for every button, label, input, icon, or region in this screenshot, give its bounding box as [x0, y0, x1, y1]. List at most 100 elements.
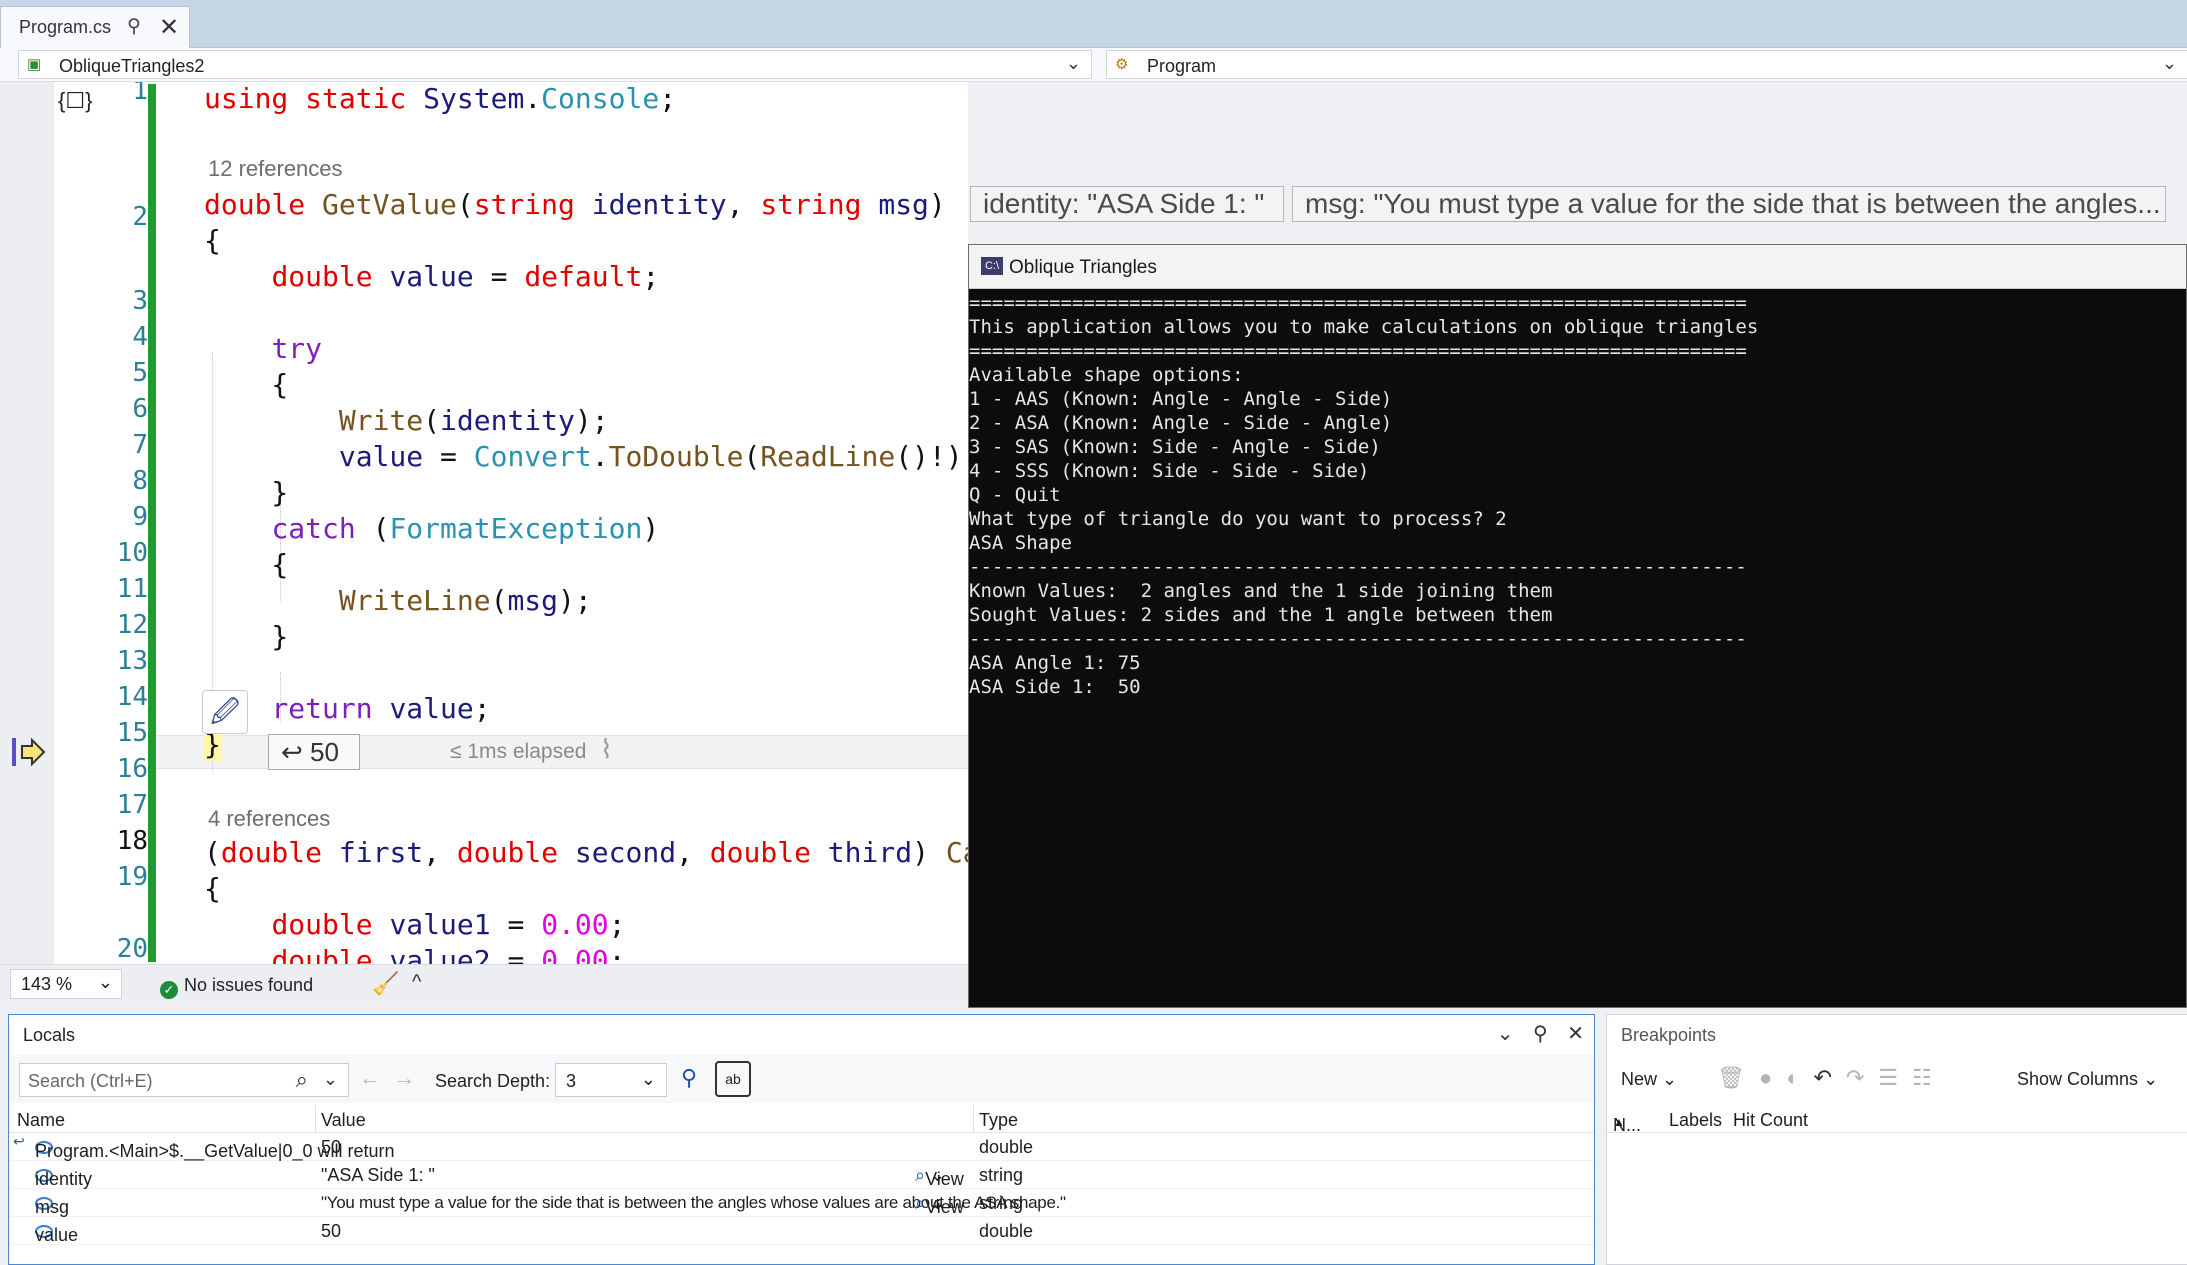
column-type[interactable]: Type — [979, 1110, 1018, 1131]
view-label: View — [925, 1169, 964, 1189]
delete-icon[interactable]: 🗑 — [1717, 1065, 1759, 1090]
column-divider[interactable] — [973, 1105, 974, 1133]
execution-pointer-icon[interactable] — [12, 735, 52, 769]
console-line: 1 - AAS (Known: Angle - Angle - Side) — [969, 388, 1393, 410]
undo-icon[interactable]: ↶ — [1814, 1065, 1846, 1090]
locals-row[interactable]: identity "ASA Side 1: " ⌕ View ⌄ string — [9, 1161, 1594, 1189]
code-line-11: } — [204, 476, 289, 509]
show-columns-label: Show Columns — [2017, 1069, 2139, 1089]
sort-up-icon: ▲ — [1613, 1115, 1625, 1129]
show-columns-button[interactable]: Show Columns ⌄ — [2017, 1069, 2158, 1090]
search-icon[interactable]: ⌕ — [296, 1067, 308, 1093]
search-nav-arrows[interactable]: ← → — [359, 1065, 415, 1091]
codelens-references[interactable]: 12 references — [208, 156, 343, 182]
disable-all-icon[interactable]: ◐ — [1786, 1065, 1813, 1090]
delete-all-icon[interactable]: ● — [1759, 1065, 1786, 1090]
local-name-text: value — [35, 1225, 79, 1245]
code-line-15: } — [204, 620, 289, 653]
zoom-dropdown[interactable]: 143 % ⌄ — [10, 969, 122, 999]
magnifier-icon: ⌕ — [915, 1193, 926, 1213]
pin-icon[interactable]: ⚲ — [1533, 1023, 1548, 1045]
code-line-12: catch (FormatException) — [271, 512, 660, 545]
locals-window[interactable]: Locals ⌄ ⚲ ✕ Search (Ctrl+E) ⌕ ⌄ ← → Sea… — [8, 1014, 1595, 1265]
breakpoints-grid-header: N... ▲ Labels Hit Count — [1607, 1105, 2187, 1135]
issues-label: No issues found — [184, 975, 314, 995]
export-icon[interactable]: ☰ — [1878, 1065, 1912, 1090]
perftip-elapsed[interactable]: ≤ 1ms elapsed — [450, 740, 586, 764]
console-line: ASA Angle 1: 75 — [969, 652, 1141, 674]
chevron-down-icon[interactable]: ⌄ — [1497, 1023, 1514, 1045]
local-value[interactable]: "ASA Side 1: " — [321, 1165, 435, 1186]
local-name-text: identity — [35, 1169, 93, 1189]
search-depth-label: Search Depth: — [435, 1071, 551, 1091]
text-visualizer-button[interactable]: ⌕ View ⌄ — [915, 1193, 964, 1217]
locals-row[interactable]: value 50 double — [9, 1217, 1594, 1245]
indicator-margin[interactable] — [0, 82, 54, 964]
text-visualizer-button[interactable]: ⌕ View ⌄ — [915, 1165, 964, 1189]
redo-icon[interactable]: ↷ — [1846, 1065, 1878, 1090]
line-number: 5 — [132, 358, 148, 388]
code-line-7: try — [271, 332, 323, 365]
console-line: ASA Side 1: 50 — [969, 676, 1141, 698]
arrow-left-icon[interactable]: ← — [359, 1065, 381, 1090]
breakpoints-toolbar: New ⌄ 🗑●◐↶↷☰☷ Show Columns ⌄ — [1607, 1055, 2187, 1103]
issues-indicator[interactable]: ✓ No issues found — [160, 975, 313, 999]
code-line-20: (double first, double second, double thi… — [204, 836, 968, 869]
chevron-down-icon: ⌄ — [1065, 53, 1081, 73]
local-type: double — [979, 1221, 1034, 1241]
project-dropdown[interactable]: ▣ ObliqueTriangles2 ⌄ — [18, 50, 1092, 79]
check-icon: ✓ — [160, 981, 178, 999]
column-value[interactable]: Value — [321, 1110, 366, 1131]
code-line-22: double value1 = 0.00; — [271, 908, 626, 941]
local-type: string — [979, 1165, 1024, 1185]
column-divider[interactable] — [315, 1105, 316, 1133]
codelens-references[interactable]: 4 references — [208, 806, 330, 832]
local-value[interactable]: 50 — [321, 1221, 341, 1242]
console-window[interactable]: C:\ Oblique Triangles ==================… — [968, 244, 2187, 1008]
console-line: Q - Quit — [969, 484, 1061, 506]
pin-icon[interactable]: ⚲ — [127, 15, 141, 38]
console-line: ========================================… — [969, 340, 1747, 362]
console-line: Available shape options: — [969, 364, 1244, 386]
code-editor[interactable]: {☐} 1 2 3 4 5 6 7 8 9 10 11 12 13 14 15 … — [0, 82, 968, 964]
close-icon[interactable]: ✕ — [1567, 1023, 1584, 1045]
locals-row[interactable]: ↩ Program.<Main>$.__GetValue|0_0 will re… — [9, 1133, 1594, 1161]
close-icon[interactable]: ✕ — [159, 13, 179, 42]
locals-row[interactable]: msg "You must type a value for the side … — [9, 1189, 1594, 1217]
datatip-identity[interactable]: identity: "ASA Side 1: " — [970, 186, 1284, 222]
arrow-right-icon[interactable]: → — [393, 1065, 415, 1090]
quick-action-icon[interactable]: 🖉 — [202, 690, 248, 734]
breakpoints-title: Breakpoints — [1621, 1025, 1717, 1045]
locals-title: Locals — [23, 1025, 76, 1045]
search-depth-dropdown[interactable]: 3 ⌄ — [555, 1063, 667, 1097]
console-output[interactable]: ========================================… — [969, 291, 2186, 1007]
import-icon[interactable]: ☷ — [1912, 1065, 1946, 1090]
datatip-msg[interactable]: msg: "You must type a value for the side… — [1292, 186, 2166, 222]
line-number: 8 — [132, 466, 148, 496]
line-number: 11 — [116, 574, 148, 604]
code-line-1: using static System.Console; — [204, 82, 677, 115]
locals-search-input[interactable]: Search (Ctrl+E) ⌕ ⌄ — [19, 1063, 349, 1097]
line-number: 14 — [116, 682, 148, 712]
tab-program-cs[interactable]: Program.cs ⚲ ✕ — [0, 6, 190, 48]
pin-source-icon[interactable]: ⚲ — [681, 1065, 697, 1091]
diagnostics-icon[interactable]: ⌇ — [600, 734, 613, 765]
local-value[interactable]: 50 — [321, 1137, 341, 1158]
column-name[interactable]: Name — [17, 1110, 65, 1131]
breakpoint-tool-icons[interactable]: 🗑●◐↶↷☰☷ — [1717, 1065, 1946, 1091]
breakpoints-window[interactable]: Breakpoints New ⌄ 🗑●◐↶↷☰☷ Show Columns ⌄… — [1606, 1014, 2187, 1265]
editor-status-bar: 143 % ⌄ ✓ No issues found 🧹 ^ — [0, 964, 968, 1004]
member-dropdown[interactable]: ⚙ Program ⌄ — [1106, 50, 2187, 79]
hex-display-icon[interactable]: ab — [715, 1061, 751, 1097]
chevron-up-icon[interactable]: ^ — [412, 971, 421, 994]
new-breakpoint-button[interactable]: New ⌄ — [1621, 1069, 1677, 1090]
column-labels[interactable]: Labels — [1669, 1110, 1722, 1131]
code-line-23: double value2 = 0.00; — [271, 944, 626, 964]
chevron-down-icon: ⌄ — [97, 972, 113, 992]
console-title: Oblique Triangles — [1009, 257, 1157, 278]
chevron-down-icon[interactable]: ⌄ — [323, 1069, 338, 1090]
console-line: Known Values: 2 angles and the 1 side jo… — [969, 580, 1553, 602]
console-titlebar[interactable]: C:\ Oblique Triangles — [969, 245, 2186, 289]
column-hit-count[interactable]: Hit Count — [1733, 1110, 1808, 1131]
code-cleanup-icon[interactable]: 🧹 — [372, 971, 399, 997]
